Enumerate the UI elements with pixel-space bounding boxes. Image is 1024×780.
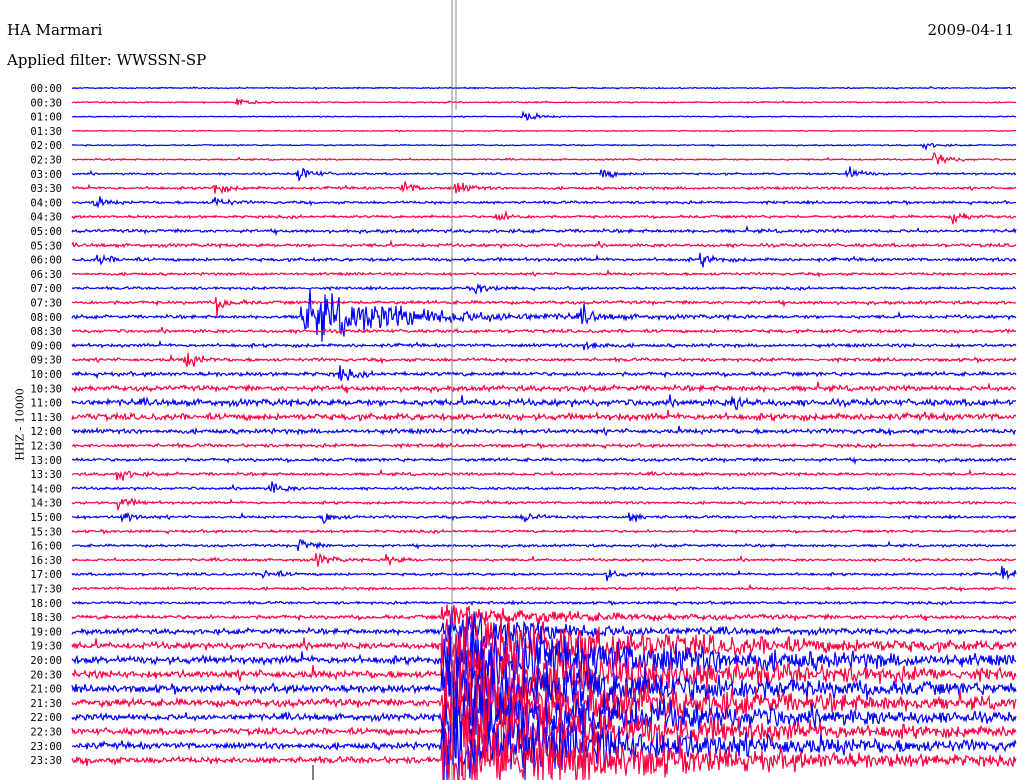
time-label: 05:00 [30, 226, 62, 238]
trace-0530 [71, 239, 1017, 250]
time-label: 01:00 [30, 112, 62, 124]
trace-0300 [71, 166, 1017, 182]
time-label: 17:30 [30, 584, 62, 596]
trace-1330 [71, 468, 1017, 481]
time-label: 11:30 [30, 412, 62, 424]
trace-1800 [71, 599, 1017, 607]
trace-1630 [71, 552, 1017, 567]
trace-1530 [71, 528, 1017, 535]
time-label: 12:30 [30, 441, 62, 453]
time-label: 06:30 [30, 269, 62, 281]
time-label: 09:30 [30, 355, 62, 367]
time-label: 17:00 [30, 569, 62, 581]
trace-1000 [71, 365, 1017, 381]
trace-0400 [71, 196, 1017, 209]
time-label: 08:00 [30, 312, 62, 324]
trace-0600 [71, 252, 1017, 268]
time-label: 03:00 [30, 169, 62, 181]
trace-1600 [71, 538, 1017, 552]
trace-2030 [71, 626, 1017, 715]
trace-1430 [71, 497, 1017, 511]
trace-0330 [71, 181, 1017, 195]
time-label: 04:30 [30, 212, 62, 224]
time-label: 14:30 [30, 498, 62, 510]
time-label: 02:00 [30, 140, 62, 152]
trace-0000 [71, 85, 1017, 91]
time-label: 07:30 [30, 298, 62, 310]
time-label: 16:30 [30, 555, 62, 567]
trace-1200 [71, 425, 1017, 437]
time-label: 19:30 [30, 641, 62, 653]
time-label: 18:00 [30, 598, 62, 610]
time-label: 00:30 [30, 97, 62, 109]
time-label: 01:30 [30, 126, 62, 138]
time-label: 12:00 [30, 426, 62, 438]
time-label: 22:00 [30, 712, 62, 724]
trace-0100 [71, 110, 1017, 121]
trace-0430 [71, 209, 1017, 225]
trace-1300 [71, 456, 1017, 466]
time-label: 02:30 [30, 155, 62, 167]
trace-1400 [71, 481, 1017, 493]
time-label: 23:30 [30, 755, 62, 767]
trace-0930 [71, 352, 1017, 368]
time-label: 15:30 [30, 526, 62, 538]
time-label: 23:00 [30, 741, 62, 753]
time-label: 10:30 [30, 383, 62, 395]
time-label: 13:00 [30, 455, 62, 467]
time-label: 20:30 [30, 669, 62, 681]
trace-0900 [71, 339, 1017, 351]
time-label: 13:30 [30, 469, 62, 481]
trace-0230 [71, 152, 1017, 165]
time-label: 06:00 [30, 255, 62, 267]
trace-0830 [71, 326, 1017, 335]
trace-1700 [71, 565, 1017, 582]
time-label: 22:30 [30, 727, 62, 739]
time-label: 21:30 [30, 698, 62, 710]
trace-0630 [71, 268, 1017, 279]
time-label: 07:00 [30, 283, 62, 295]
time-label: 10:00 [30, 369, 62, 381]
trace-0800 [71, 288, 1017, 342]
trace-0200 [71, 142, 1017, 152]
trace-1500 [71, 511, 1017, 525]
time-label: 08:30 [30, 326, 62, 338]
helicorder-plot: 00:00 00:30 01:00 01:30 02:00 02:30 03:00 03:30… [30, 0, 1017, 780]
trace-0500 [71, 224, 1017, 237]
time-label: 15:00 [30, 512, 62, 524]
trace-0730 [71, 297, 1017, 317]
trace-1100 [71, 394, 1016, 411]
time-label: 03:30 [30, 183, 62, 195]
trace-1030 [71, 381, 1017, 394]
trace-1730 [71, 583, 1017, 593]
time-label: 11:00 [30, 398, 62, 410]
time-label: 04:00 [30, 197, 62, 209]
trace-1230 [71, 441, 1017, 450]
time-label: 00:00 [30, 83, 62, 95]
time-label: 19:00 [30, 626, 62, 638]
time-label: 16:00 [30, 541, 62, 553]
time-label: 14:00 [30, 483, 62, 495]
time-label: 18:30 [30, 612, 62, 624]
time-label: 09:00 [30, 340, 62, 352]
time-label: 21:00 [30, 684, 62, 696]
trace-0700 [71, 282, 1017, 295]
time-label: 05:30 [30, 240, 62, 252]
trace-1130 [71, 409, 1017, 423]
trace-0130 [71, 129, 1016, 133]
trace-0030 [71, 98, 1017, 106]
time-label: 20:00 [30, 655, 62, 667]
